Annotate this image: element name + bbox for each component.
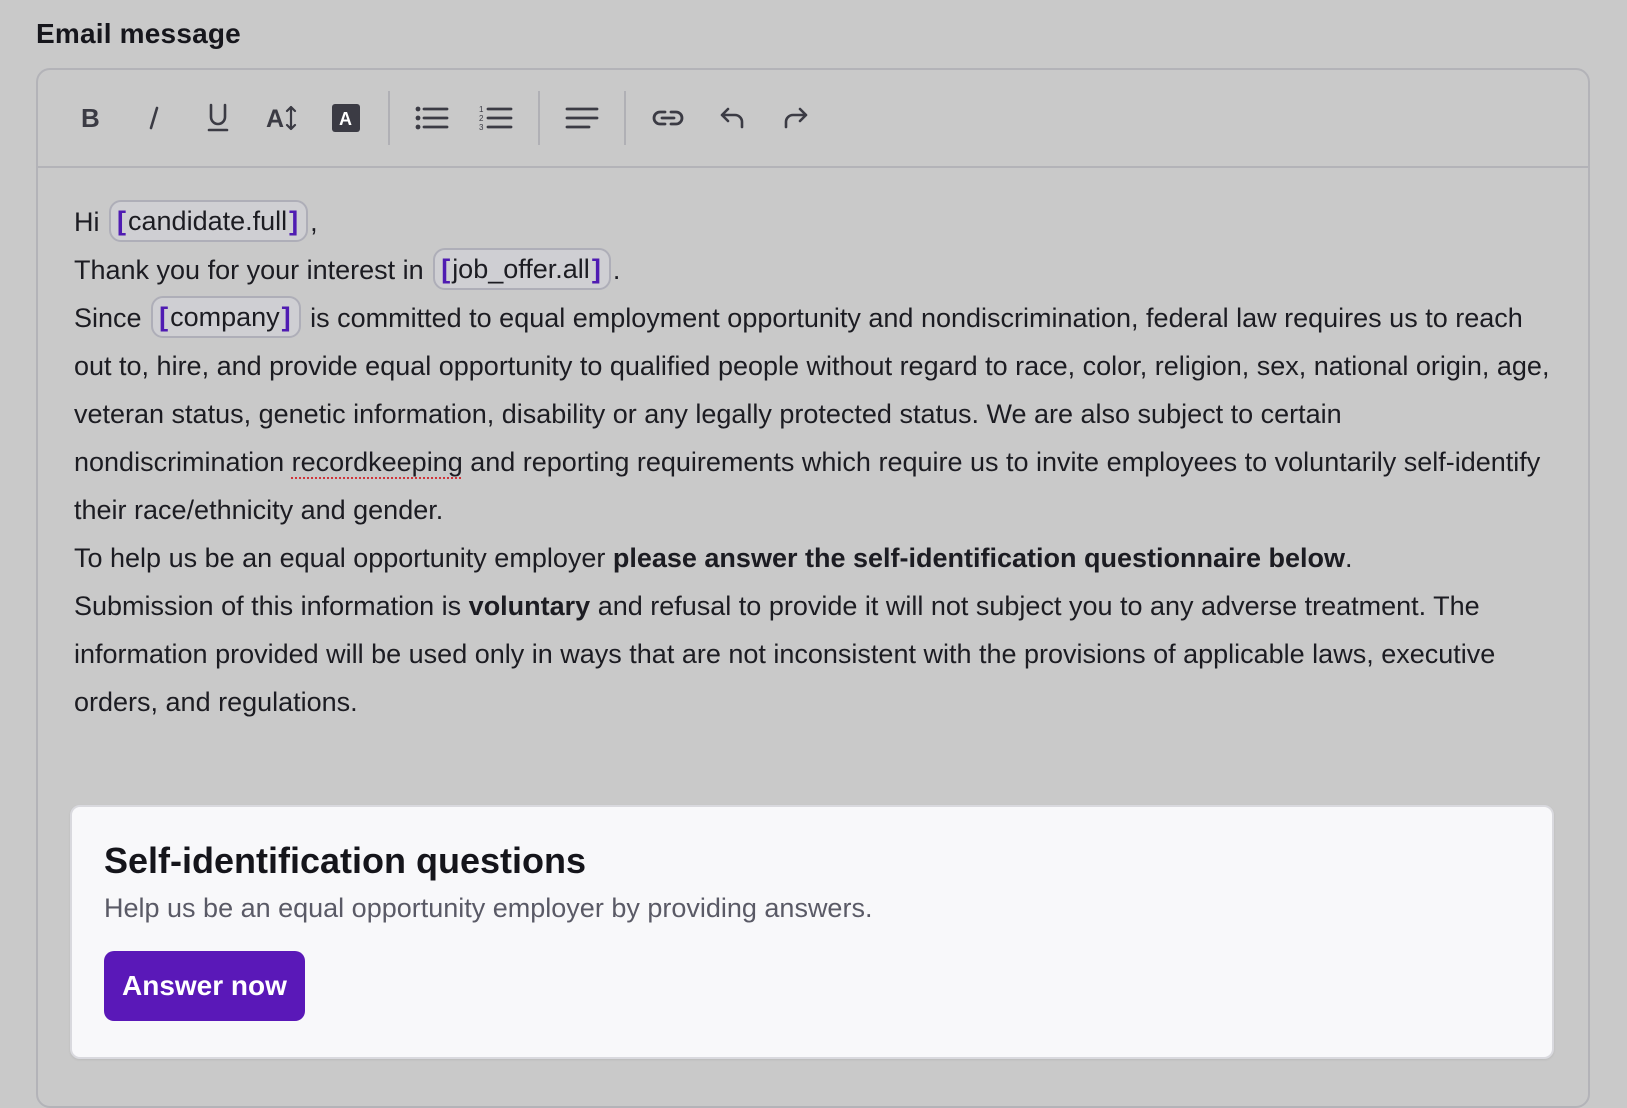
editor-toolbar: B A A 1 2 3 (38, 70, 1588, 168)
email-message-label: Email message (36, 18, 241, 49)
merge-tag-job-offer[interactable]: [job_offer.all] (433, 247, 611, 290)
body-paragraph-2: To help us be an equal opportunity emplo… (74, 534, 1552, 582)
self-identification-card: Self-identification questions Help us be… (70, 805, 1554, 1059)
undo-button[interactable] (700, 90, 764, 146)
spellcheck-flagged-word[interactable]: recordkeeping (292, 447, 463, 477)
align-left-icon (565, 106, 599, 130)
greeting-punct: , (310, 207, 318, 237)
thanks-text: Thank you for your interest in (74, 255, 424, 285)
toolbar-divider (388, 91, 390, 145)
tag-bracket-close: ] (591, 253, 601, 284)
bulleted-list-button[interactable] (400, 90, 464, 146)
tag-bracket-open: [ (117, 205, 127, 236)
tag-bracket-open: [ (441, 253, 451, 284)
merge-tag-label: company (170, 301, 280, 332)
svg-text:1: 1 (479, 105, 484, 114)
answer-now-button[interactable]: Answer now (104, 951, 305, 1021)
italic-button[interactable] (122, 90, 186, 146)
highlight-button[interactable]: A (314, 90, 378, 146)
svg-text:3: 3 (479, 123, 484, 132)
paragraph-text: Submission of this information is (74, 591, 469, 621)
bold-text: please answer the self-identification qu… (612, 543, 1346, 573)
font-size-button[interactable]: A (250, 90, 314, 146)
svg-text:B: B (81, 104, 100, 132)
underline-icon (205, 102, 231, 134)
editor-content[interactable]: Hi [candidate.full], Thank you for your … (38, 168, 1588, 726)
svg-text:A: A (339, 109, 352, 129)
bulleted-list-icon (415, 105, 449, 131)
link-icon (651, 107, 685, 129)
body-paragraph-1: Since [company] is committed to equal em… (74, 294, 1552, 534)
italic-icon (142, 104, 166, 132)
undo-icon (719, 105, 745, 131)
card-subtitle: Help us be an equal opportunity employer… (104, 893, 873, 923)
paragraph-text: Since (74, 303, 142, 333)
merge-tag-candidate[interactable]: [candidate.full] (109, 199, 309, 242)
card-title: Self-identification questions (104, 840, 587, 881)
paragraph-text: . (1345, 543, 1353, 573)
tag-bracket-close: ] (289, 205, 299, 236)
numbered-list-button[interactable]: 123 (464, 90, 528, 146)
paragraph-text: To help us be an equal opportunity emplo… (74, 543, 613, 573)
greeting-line: Hi [candidate.full], (74, 198, 1552, 246)
merge-tag-label: candidate.full (128, 205, 288, 236)
merge-tag-label: job_offer.all (452, 253, 590, 284)
rich-text-editor[interactable]: B A A 1 2 3 Hi [candidate.full] , Thank … (36, 68, 1590, 1108)
numbered-list-icon: 123 (479, 104, 513, 132)
tag-bracket-open: [ (159, 301, 169, 332)
font-size-icon: A (265, 103, 299, 133)
bold-button[interactable]: B (58, 90, 122, 146)
bold-text: voluntary (468, 591, 591, 621)
thanks-punct: . (612, 255, 621, 285)
link-button[interactable] (636, 90, 700, 146)
redo-icon (783, 105, 809, 131)
svg-text:2: 2 (479, 114, 484, 123)
greeting-text: Hi (74, 207, 100, 237)
toolbar-divider (538, 91, 540, 145)
toolbar-divider (624, 91, 626, 145)
thanks-line: Thank you for your interest in [job_offe… (74, 246, 1552, 294)
align-button[interactable] (550, 90, 614, 146)
underline-button[interactable] (186, 90, 250, 146)
body-paragraph-3: Submission of this information is volunt… (74, 582, 1552, 726)
merge-tag-company[interactable]: [company] (151, 295, 301, 338)
tag-bracket-close: ] (281, 301, 291, 332)
text-highlight-icon: A (332, 104, 360, 132)
redo-button[interactable] (764, 90, 828, 146)
bold-icon: B (78, 104, 102, 132)
svg-text:A: A (266, 105, 284, 133)
